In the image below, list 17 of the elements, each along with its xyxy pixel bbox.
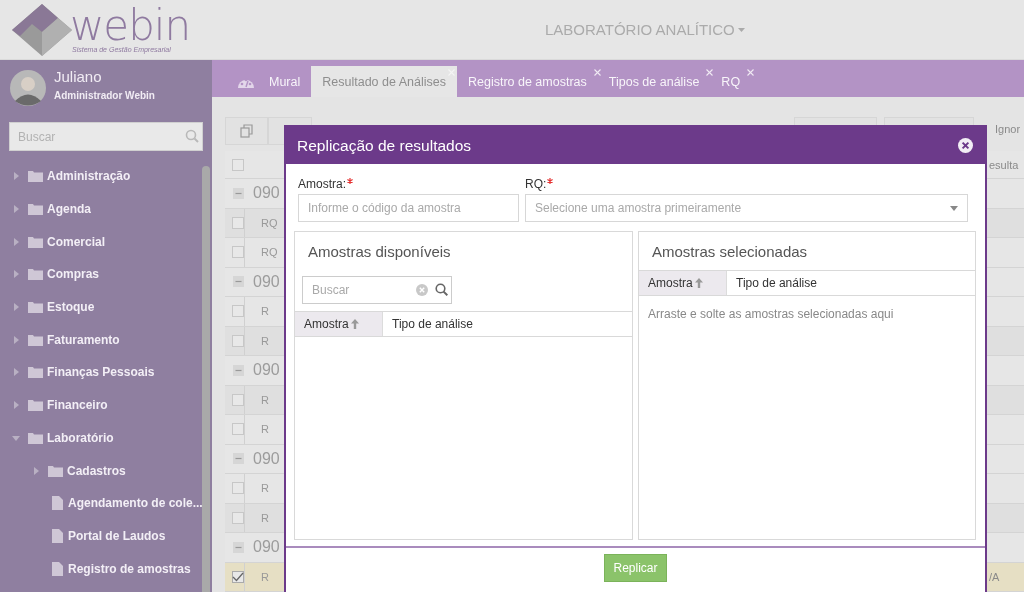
panel-title: Amostras selecionadas	[651, 242, 809, 262]
panel-title: Amostras disponíveis	[307, 242, 452, 262]
logo-wordmark: webin	[70, 6, 191, 46]
field-label: Amostra:	[298, 177, 519, 194]
empty-message: Arraste e solte as amostras selecionadas aqui	[647, 306, 895, 323]
column-header: esulta	[988, 158, 1020, 171]
group-label: 090	[253, 361, 281, 380]
user-name: Juliano	[54, 68, 103, 86]
group-label: 090	[253, 449, 281, 468]
table-cell-text: /A	[988, 570, 1001, 583]
dialog-title: Replicação de resultados	[297, 136, 472, 155]
field-label: RQ:	[525, 177, 968, 194]
group-label: 090	[253, 538, 281, 557]
option-label: Ignor	[994, 122, 1022, 137]
group-label: 090	[253, 272, 281, 291]
group-label: 090	[253, 184, 281, 203]
user-role: Administrador Webin	[54, 90, 155, 101]
